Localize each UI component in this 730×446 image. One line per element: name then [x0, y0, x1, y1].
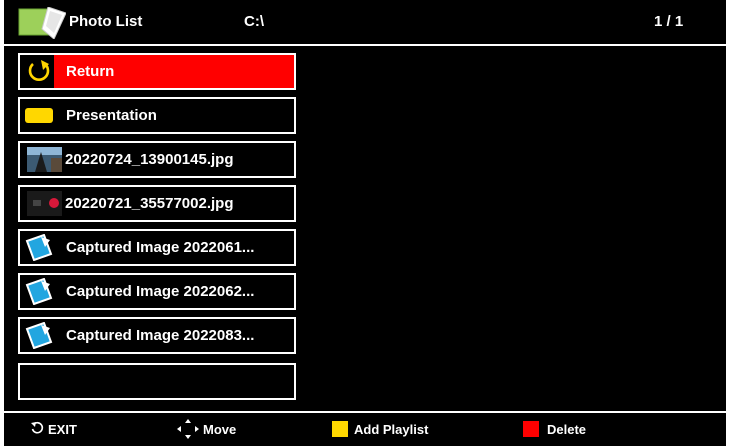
photo-list-screen: Photo List C:\ 1 / 1 Return Presentation	[0, 0, 730, 446]
captured-image-icon	[25, 322, 53, 349]
list-item-photo[interactable]: 20220724_13900145.jpg	[18, 141, 296, 178]
delete-label: Delete	[547, 422, 587, 437]
exit-icon	[31, 421, 44, 434]
list-item-empty[interactable]	[18, 363, 296, 400]
exit-label: EXIT	[48, 422, 77, 437]
list-item-captured-image[interactable]: Captured Image 2022083...	[18, 317, 296, 354]
list-item-captured-image[interactable]: Captured Image 2022062...	[18, 273, 296, 310]
header-divider	[4, 44, 726, 46]
captured-image-icon	[25, 278, 53, 305]
list-item-presentation[interactable]: Presentation	[18, 97, 296, 134]
list-item-label: Captured Image 2022061...	[66, 239, 255, 256]
list-item-label: 20220721_35577002.jpg	[65, 195, 234, 212]
red-key-icon	[523, 421, 539, 437]
frame-border-left	[0, 0, 4, 446]
list-item-label: Captured Image 2022083...	[66, 327, 255, 344]
list-item-label: 20220724_13900145.jpg	[65, 151, 234, 168]
add-playlist-label: Add Playlist	[354, 422, 429, 437]
presentation-icon	[25, 108, 53, 123]
captured-image-icon	[25, 234, 53, 261]
frame-border-right	[726, 0, 730, 446]
move-arrows-icon	[177, 419, 199, 439]
page-counter: 1 / 1	[654, 13, 684, 30]
yellow-key-icon	[332, 421, 348, 437]
photo-thumbnail-icon	[27, 191, 62, 216]
list-item-return[interactable]: Return	[18, 53, 296, 90]
list-item-label: Return	[66, 63, 115, 80]
page-title: Photo List	[69, 13, 143, 30]
list-item-captured-image[interactable]: Captured Image 2022061...	[18, 229, 296, 266]
current-path: C:\	[244, 13, 264, 30]
list-item-label: Captured Image 2022062...	[66, 283, 255, 300]
photo-folder-icon	[18, 7, 66, 39]
photo-thumbnail-icon	[27, 147, 62, 172]
footer-hint-bar: EXIT Move Add Playlist Delete	[0, 413, 730, 446]
move-label: Move	[203, 422, 237, 437]
return-icon	[28, 60, 50, 81]
list-item-photo[interactable]: 20220721_35577002.jpg	[18, 185, 296, 222]
list-item-label: Presentation	[66, 107, 157, 124]
